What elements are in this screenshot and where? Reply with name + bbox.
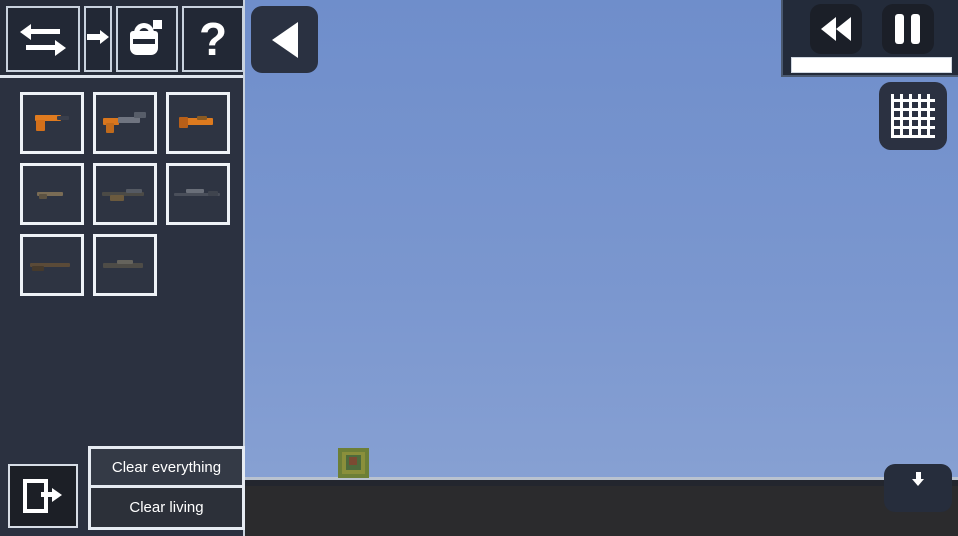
slot-smg[interactable] (93, 92, 157, 154)
rewind-button[interactable] (809, 4, 862, 54)
slot-carbine[interactable] (93, 163, 157, 225)
clear-living-button[interactable]: Clear living (91, 488, 242, 527)
slot-pistol[interactable] (20, 92, 84, 154)
triangle-left-icon (271, 21, 298, 58)
clear-controls: Clear everything Clear living (88, 446, 245, 530)
pause-button[interactable] (881, 4, 934, 54)
grid-icon (891, 94, 935, 138)
step-tool-button[interactable] (84, 6, 112, 72)
slot-rifle[interactable] (20, 163, 84, 225)
slot-shotgun[interactable] (20, 234, 84, 296)
question-mark-icon: ? (198, 13, 228, 65)
slot-lmg[interactable] (93, 234, 157, 296)
revolver-icon (179, 114, 217, 132)
paint-bucket-icon (128, 19, 166, 59)
carbine-icon (102, 186, 148, 202)
download-icon (911, 472, 925, 488)
inventory-row (20, 92, 230, 154)
rifle-icon (37, 188, 67, 200)
clear-everything-button[interactable]: Clear everything (91, 449, 242, 488)
shotgun-icon (30, 258, 74, 272)
lmg-icon (103, 258, 147, 272)
sniper-icon (174, 187, 222, 201)
spawn-button[interactable] (884, 464, 952, 512)
grid-toggle-button[interactable] (879, 82, 947, 150)
slot-sniper[interactable] (166, 163, 230, 225)
crate-object[interactable] (338, 448, 369, 478)
slot-revolver[interactable] (166, 92, 230, 154)
playback-button-group (783, 3, 958, 55)
back-button[interactable] (251, 6, 318, 73)
exit-door-icon (23, 479, 63, 513)
exit-button[interactable] (8, 464, 78, 528)
swap-tool-button[interactable] (6, 6, 80, 72)
inventory-grid (20, 92, 230, 305)
crate-detail (349, 457, 357, 465)
sidebar: ? Clear everything Clear living (0, 0, 245, 536)
pistol-icon (35, 113, 69, 133)
smg-icon (103, 112, 147, 134)
inventory-row (20, 163, 230, 225)
paint-tool-button[interactable] (116, 6, 178, 72)
help-tool-button[interactable]: ? (182, 6, 244, 72)
pause-icon (895, 14, 920, 44)
time-slider[interactable] (791, 57, 952, 73)
rewind-icon (820, 17, 851, 41)
game-screen: ? Clear everything Clear living (0, 0, 958, 536)
playback-panel (781, 0, 958, 77)
swap-arrows-icon (20, 19, 66, 59)
inventory-row (20, 234, 230, 296)
arrow-right-icon (87, 26, 109, 52)
toolbar: ? (0, 0, 244, 78)
